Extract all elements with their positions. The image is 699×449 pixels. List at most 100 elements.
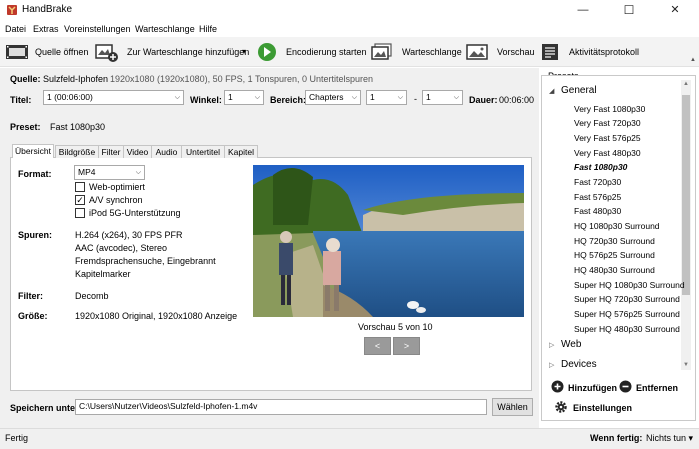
preset-item[interactable]: Fast 480p30 — [574, 206, 621, 216]
add-to-queue-button[interactable]: Zur Warteschlange hinzufügen — [127, 47, 249, 57]
collapsed-icon[interactable]: ▷ — [549, 341, 554, 349]
title-select[interactable]: 1 (00:06:00) ⌵ — [43, 90, 184, 105]
range-start-select[interactable]: 1 ⌵ — [366, 90, 407, 105]
preset-item[interactable]: HQ 1080p30 Surround — [574, 221, 660, 231]
queue-icon[interactable] — [370, 42, 394, 62]
menu-help[interactable]: Hilfe — [199, 24, 217, 34]
preview-next-button[interactable]: > — [393, 337, 420, 355]
preset-item[interactable]: Super HQ 480p30 Surround — [574, 324, 680, 334]
preset-item[interactable]: HQ 576p25 Surround — [574, 250, 655, 260]
source-name: Sulzfeld-Iphofen — [43, 74, 109, 84]
add-to-queue-dropdown[interactable]: ▾ — [242, 47, 246, 56]
chevron-down-icon: ⌵ — [351, 94, 357, 101]
track-item: Kapitelmarker — [75, 269, 131, 279]
remove-preset-icon[interactable] — [619, 380, 632, 393]
angle-label: Winkel: — [190, 95, 222, 105]
av-sync-label: A/V synchron — [89, 195, 143, 205]
format-select[interactable]: MP4 ⌵ — [74, 165, 145, 180]
minimize-button[interactable]: — — [560, 0, 606, 21]
film-strip-icon[interactable] — [5, 42, 29, 62]
gear-icon[interactable] — [554, 400, 568, 414]
preset-item[interactable]: Very Fast 576p25 — [574, 133, 641, 143]
preset-group-web[interactable]: Web — [561, 339, 581, 350]
destination-path-input[interactable]: C:\Users\Nutzer\Videos\Sulzfeld-Iphofen-… — [75, 399, 487, 415]
presets-scrollbar-thumb[interactable] — [682, 95, 690, 295]
tab-chapters[interactable]: Kapitel — [224, 145, 258, 158]
activity-log-icon[interactable] — [539, 42, 563, 62]
scroll-up-icon[interactable]: ▲ — [683, 81, 689, 87]
av-sync-checkbox[interactable]: ✓ — [75, 195, 85, 205]
when-done-label: Wenn fertig: — [590, 433, 643, 443]
preset-item[interactable]: Very Fast 1080p30 — [574, 104, 645, 114]
window-title: HandBrake — [22, 4, 73, 15]
preset-item-selected[interactable]: Fast 1080p30 — [574, 162, 627, 172]
activity-log-button[interactable]: Aktivitätsprotokoll — [569, 47, 639, 57]
range-type-select[interactable]: Chapters ⌵ — [305, 90, 361, 105]
tab-summary[interactable]: Übersicht — [12, 144, 54, 158]
preset-item[interactable]: HQ 720p30 Surround — [574, 236, 655, 246]
tab-filters[interactable]: Filter — [98, 145, 124, 158]
angle-select-value: 1 — [228, 92, 233, 102]
menu-queue[interactable]: Warteschlange — [135, 24, 195, 34]
preset-item[interactable]: Super HQ 1080p30 Surround — [574, 280, 685, 290]
tab-video[interactable]: Video — [123, 145, 152, 158]
tab-subtitles[interactable]: Untertitel — [181, 145, 225, 158]
filter-value: Decomb — [75, 291, 109, 301]
preset-item[interactable]: HQ 480p30 Surround — [574, 265, 655, 275]
preset-item[interactable]: Very Fast 480p30 — [574, 148, 641, 158]
maximize-button[interactable]: ☐ — [606, 0, 652, 21]
tab-audio[interactable]: Audio — [151, 145, 182, 158]
preset-item[interactable]: Fast 720p30 — [574, 177, 621, 187]
add-preset-button[interactable]: Hinzufügen — [568, 383, 617, 393]
play-icon[interactable] — [256, 42, 280, 62]
preset-group-general[interactable]: General — [561, 85, 597, 96]
source-details: 1920x1080 (1920x1080), 50 FPS, 1 Tonspur… — [110, 74, 374, 84]
preset-item[interactable]: Super HQ 576p25 Surround — [574, 309, 680, 319]
when-done-select[interactable]: Nichts tun ▾ — [646, 433, 693, 444]
preset-item[interactable]: Very Fast 720p30 — [574, 118, 641, 128]
preset-settings-button[interactable]: Einstellungen — [573, 403, 632, 413]
ipod-checkbox[interactable] — [75, 208, 85, 218]
add-preset-icon[interactable] — [551, 380, 564, 393]
menu-presets[interactable]: Voreinstellungen — [64, 24, 131, 34]
format-select-value: MP4 — [78, 167, 96, 177]
duration-value: 00:06:00 — [499, 95, 535, 105]
collapse-toolbar-icon[interactable]: ▲ — [690, 57, 696, 63]
menu-file[interactable]: Datei — [5, 24, 26, 34]
menu-extras[interactable]: Extras — [33, 24, 59, 34]
track-item: H.264 (x264), 30 FPS PFR — [75, 230, 183, 240]
preview-icon[interactable] — [465, 42, 489, 62]
browse-button[interactable]: Wählen — [492, 398, 533, 416]
add-to-queue-icon[interactable] — [95, 42, 119, 62]
ipod-label: iPod 5G-Unterstützung — [89, 208, 181, 218]
preview-button[interactable]: Vorschau — [497, 47, 535, 57]
range-label: Bereich: — [270, 95, 307, 105]
start-encode-button[interactable]: Encodierung starten — [286, 47, 367, 57]
chevron-down-icon: ⌵ — [254, 94, 260, 101]
duration-label: Dauer: — [469, 95, 498, 105]
size-label: Größe: — [18, 311, 48, 321]
chevron-down-icon: ⌵ — [174, 94, 180, 101]
scroll-down-icon[interactable]: ▼ — [683, 362, 689, 368]
preset-item[interactable]: Super HQ 720p30 Surround — [574, 294, 680, 304]
collapsed-icon[interactable]: ▷ — [549, 361, 554, 369]
web-optimized-label: Web-optimiert — [89, 182, 145, 192]
open-source-button[interactable]: Quelle öffnen — [35, 47, 88, 57]
preview-prev-button[interactable]: < — [364, 337, 391, 355]
close-button[interactable]: ✕ — [652, 0, 698, 21]
chevron-down-icon: ▾ — [688, 433, 694, 443]
track-item: AAC (avcodec), Stereo — [75, 243, 168, 253]
status-text: Fertig — [5, 433, 29, 443]
queue-button[interactable]: Warteschlange — [402, 47, 462, 57]
web-optimized-checkbox[interactable] — [75, 182, 85, 192]
save-as-label: Speichern unter: — [10, 403, 82, 413]
filter-label: Filter: — [18, 291, 44, 301]
chevron-down-icon: ⌵ — [135, 169, 141, 176]
remove-preset-button[interactable]: Entfernen — [636, 383, 678, 393]
angle-select[interactable]: 1 ⌵ — [224, 90, 264, 105]
range-end-select[interactable]: 1 ⌵ — [422, 90, 463, 105]
preset-group-devices[interactable]: Devices — [561, 359, 597, 370]
tab-dimensions[interactable]: Bildgröße — [55, 145, 99, 158]
preset-item[interactable]: Fast 576p25 — [574, 192, 621, 202]
expanded-icon[interactable]: ◢ — [549, 87, 554, 95]
